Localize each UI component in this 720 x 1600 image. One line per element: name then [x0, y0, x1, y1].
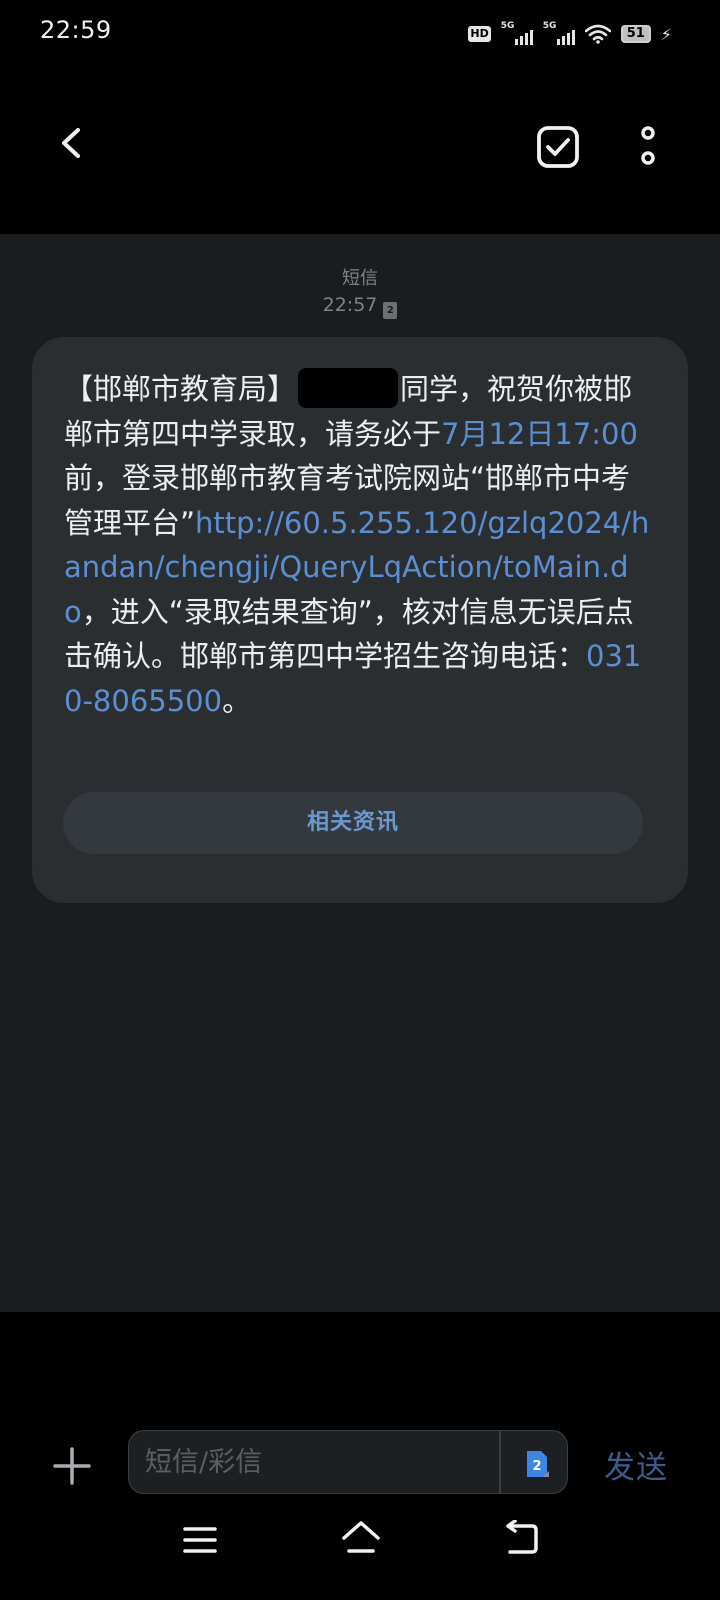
send-button[interactable]: 发送	[604, 1442, 668, 1487]
select-checkbox-icon[interactable]	[536, 125, 580, 169]
sim-select-icon[interactable]: 2	[522, 1449, 552, 1479]
input-divider	[499, 1431, 501, 1493]
hd-voice-icon: HD	[468, 26, 491, 42]
status-icons: HD 5G 5G 51 ⚡	[468, 20, 672, 48]
message-segment: 。	[222, 683, 252, 718]
sim-select-number: 2	[532, 1459, 541, 1474]
wifi-icon	[584, 24, 611, 44]
attach-plus-icon[interactable]	[52, 1446, 92, 1486]
back-arrow-icon[interactable]	[46, 118, 96, 168]
related-info-button[interactable]: 相关资讯	[63, 792, 643, 854]
message-input[interactable]	[129, 1431, 499, 1493]
nav-back-icon[interactable]	[502, 1520, 540, 1558]
status-time: 22:59	[40, 16, 112, 44]
message-segment: 【邯郸市教育局】	[64, 372, 297, 406]
charging-icon: ⚡	[660, 24, 672, 44]
conversation-header	[0, 68, 720, 234]
network-type-sim2: 5G	[542, 21, 557, 31]
system-nav-bar	[0, 1502, 720, 1600]
status-bar: 22:59 HD 5G 5G 51 ⚡	[0, 0, 720, 68]
more-options-icon[interactable]	[626, 125, 670, 169]
date-link[interactable]: 7月12日17:00	[441, 417, 638, 451]
battery-level: 51	[626, 26, 645, 41]
message-segment: ，进入“录取结果查询”，核对信息无误后点击确认。邯郸市第四中学招生咨询电话：	[64, 594, 634, 674]
message-time: 22:57	[322, 294, 378, 316]
message-text: 【邯郸市教育局】 同学，祝贺你被邯郸市第四中学录取，请务必于7月12日17:00前…	[64, 367, 658, 723]
home-icon[interactable]	[340, 1518, 382, 1558]
sim-card-icon: 2	[383, 302, 398, 319]
signal-sim2-icon: 5G	[542, 21, 575, 45]
battery-icon: 51	[620, 25, 651, 43]
message-input-box: 2	[128, 1430, 568, 1494]
redacted-name	[298, 368, 399, 408]
sender-label: 短信	[342, 268, 378, 289]
signal-sim1-icon: 5G	[500, 21, 533, 45]
menu-icon[interactable]	[182, 1522, 218, 1558]
conversation-area: 短信 22:57 2 【邯郸市教育局】 同学，祝贺你被邯郸市第四中学录取，请务必于7…	[0, 234, 720, 1312]
message-meta: 22:57 2	[0, 294, 720, 319]
composer: 2 发送	[0, 1312, 720, 1502]
network-type-sim1: 5G	[500, 21, 515, 31]
message-bubble[interactable]: 【邯郸市教育局】 同学，祝贺你被邯郸市第四中学录取，请务必于7月12日17:00前…	[32, 337, 688, 903]
